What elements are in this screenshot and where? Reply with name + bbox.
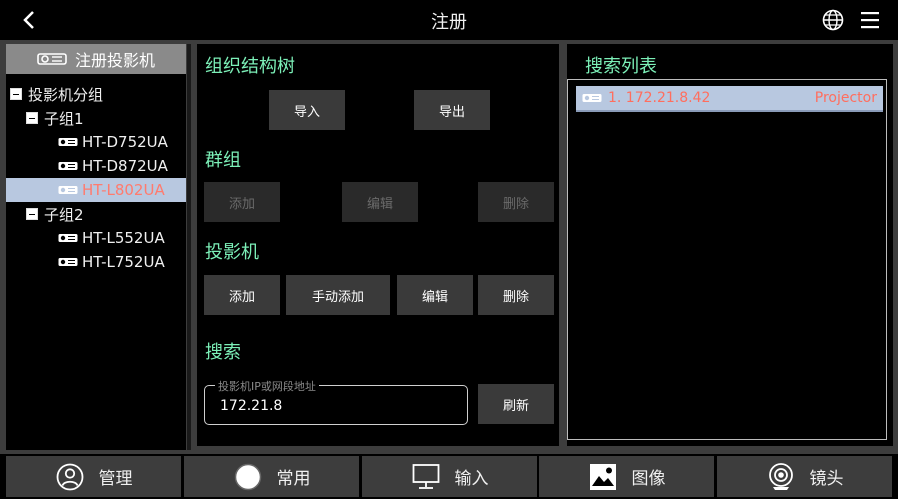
- nav-lens[interactable]: 镜头: [717, 456, 892, 497]
- nav-management[interactable]: 管理: [6, 456, 181, 497]
- nav-label: 图像: [631, 469, 666, 489]
- main-area: 注册投影机 投影机分组 子组1 HT-D752UA HT-D872UA HT-L…: [0, 40, 898, 454]
- tree-node-label: 子组1: [44, 109, 84, 128]
- tree-node-projector-selected[interactable]: HT-L802UA: [6, 178, 186, 202]
- top-bar: 注册: [0, 0, 898, 40]
- image-icon: [589, 463, 616, 490]
- nav-input[interactable]: 输入: [362, 456, 537, 497]
- projector-icon: [58, 162, 78, 170]
- tree-node-label: 子组2: [44, 205, 84, 224]
- tree-scrollbar[interactable]: [187, 44, 191, 450]
- register-projector-tab[interactable]: 注册投影机: [6, 44, 186, 74]
- search-field-legend: 投影机IP或网段地址: [215, 378, 319, 394]
- refresh-button[interactable]: 刷新: [478, 384, 554, 424]
- projector-edit-button[interactable]: 编辑: [397, 275, 473, 315]
- tree-node-subgroup-1[interactable]: 子组1: [26, 106, 182, 130]
- result-device-type: Projector: [814, 90, 877, 106]
- search-result-item[interactable]: 1. 172.21.8.42 Projector: [576, 86, 883, 112]
- collapse-toggle-icon[interactable]: [10, 88, 22, 100]
- hamburger-menu-icon[interactable]: [858, 9, 882, 31]
- nav-label: 输入: [454, 469, 489, 489]
- search-list-panel: 搜索列表 1. 172.21.8.42 Projector: [567, 44, 893, 446]
- tree-node-projector[interactable]: HT-L752UA: [58, 250, 182, 274]
- nav-label: 管理: [98, 469, 133, 489]
- nav-common[interactable]: 常用: [184, 456, 359, 497]
- projector-section-title: 投影机: [205, 242, 259, 263]
- search-results-list: 1. 172.21.8.42 Projector: [567, 79, 887, 440]
- projector-icon: [58, 138, 78, 146]
- tree-node-label: HT-L752UA: [82, 253, 165, 271]
- ip-search-field[interactable]: 投影机IP或网段地址: [204, 378, 468, 425]
- tree-node-root-group[interactable]: 投影机分组: [10, 82, 182, 106]
- tree-node-projector[interactable]: HT-D872UA: [58, 154, 182, 178]
- result-ip-address: 1. 172.21.8.42: [608, 90, 711, 106]
- tree-node-projector[interactable]: HT-L552UA: [58, 226, 182, 250]
- group-section-title: 群组: [205, 150, 241, 171]
- projector-icon: [58, 234, 78, 242]
- registration-actions-panel: 组织结构树 导入 导出 群组 添加 编辑 删除 投影机 添加 手动添加 编辑 删…: [197, 44, 559, 446]
- projector-icon: [58, 186, 78, 194]
- projector-tree-panel: 注册投影机 投影机分组 子组1 HT-D752UA HT-D872UA HT-L…: [6, 44, 186, 450]
- projector-delete-button[interactable]: 删除: [478, 275, 554, 315]
- bottom-navigation: 管理 常用 输入 图像 镜头: [0, 454, 898, 499]
- search-section-title: 搜索: [205, 342, 241, 363]
- circle-icon: [234, 463, 261, 490]
- export-button[interactable]: 导出: [414, 90, 490, 130]
- search-list-title: 搜索列表: [585, 56, 657, 77]
- nav-label: 镜头: [809, 469, 844, 489]
- group-edit-button[interactable]: 编辑: [342, 182, 418, 222]
- tree-node-label: HT-L802UA: [82, 181, 165, 199]
- projector-manual-add-button[interactable]: 手动添加: [286, 275, 390, 315]
- nav-label: 常用: [276, 469, 311, 489]
- monitor-icon: [412, 463, 439, 489]
- tree-node-label: HT-D872UA: [82, 157, 168, 175]
- globe-icon[interactable]: [821, 8, 845, 32]
- lens-camera-icon: [768, 462, 793, 490]
- collapse-toggle-icon[interactable]: [26, 208, 38, 220]
- tree-node-label: HT-D752UA: [82, 133, 168, 151]
- page-title: 注册: [431, 12, 467, 33]
- collapse-toggle-icon[interactable]: [26, 112, 38, 124]
- org-tree-title: 组织结构树: [205, 56, 295, 77]
- user-circle-icon: [56, 463, 83, 490]
- nav-image[interactable]: 图像: [539, 456, 714, 497]
- import-button[interactable]: 导入: [269, 90, 345, 130]
- projector-icon: [58, 258, 78, 266]
- projector-icon: [582, 94, 602, 102]
- tree-node-subgroup-2[interactable]: 子组2: [26, 202, 182, 226]
- ip-search-input[interactable]: [220, 396, 450, 416]
- tree-node-label: 投影机分组: [28, 85, 104, 104]
- tree-node-projector[interactable]: HT-D752UA: [58, 130, 182, 154]
- tree-node-label: HT-L552UA: [82, 229, 165, 247]
- projector-add-button[interactable]: 添加: [204, 275, 280, 315]
- projector-icon: [37, 53, 67, 65]
- group-add-button[interactable]: 添加: [204, 182, 280, 222]
- group-delete-button[interactable]: 删除: [478, 182, 554, 222]
- register-projector-label: 注册投影机: [74, 51, 155, 70]
